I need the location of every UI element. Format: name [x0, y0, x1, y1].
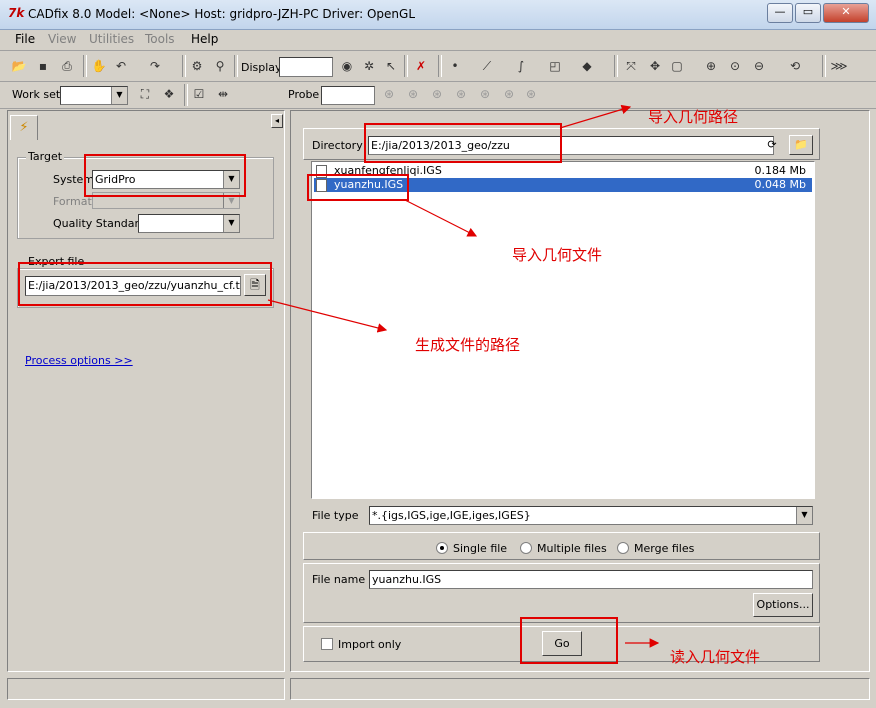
- annotation-output-path: 生成文件的路径: [415, 336, 521, 354]
- annotation-import-path: 导入几何路径: [648, 108, 739, 126]
- annotation-import-file: 导入几何文件: [512, 246, 603, 264]
- annotation-read-file: 读入几何文件: [670, 648, 761, 666]
